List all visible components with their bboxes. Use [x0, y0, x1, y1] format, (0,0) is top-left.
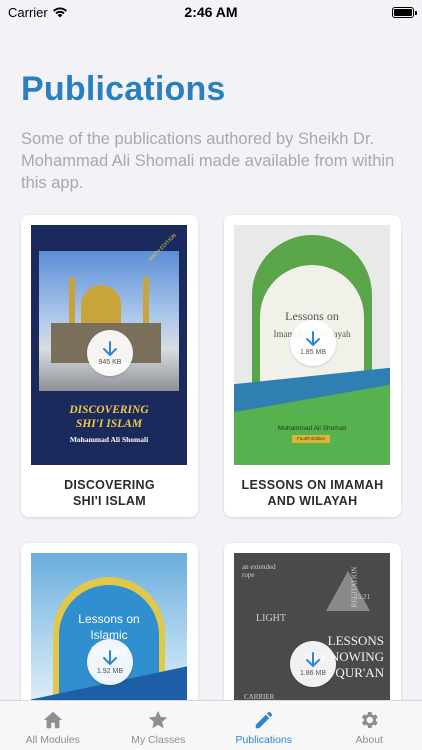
download-arrow-icon: [103, 650, 117, 666]
download-arrow-icon: [306, 652, 320, 668]
tab-label: All Modules: [25, 734, 80, 746]
tab-label: Publications: [235, 734, 293, 746]
tab-all-modules[interactable]: All Modules: [0, 701, 106, 750]
publication-card[interactable]: an extended rope LIGHT CARRIER 55:21 REC…: [224, 543, 401, 713]
tab-my-classes[interactable]: My Classes: [106, 701, 212, 750]
page-description: Some of the publications authored by She…: [21, 130, 395, 192]
pencil-icon: [255, 711, 272, 729]
file-size: 945 KB: [98, 359, 122, 366]
file-size: 1.86 MB: [299, 670, 327, 677]
download-button[interactable]: 1.92 MB: [87, 639, 133, 685]
download-button[interactable]: 945 KB: [87, 330, 133, 376]
book-cover: Lessons on Islamic Morals 1.92 MB: [31, 553, 187, 713]
status-bar: Carrier 2:46 AM: [0, 0, 422, 24]
download-button[interactable]: 1.86 MB: [290, 641, 336, 687]
publication-card[interactable]: Lessons on Imamah and Wilayah Mohammad A…: [224, 215, 401, 517]
star-icon: [149, 710, 168, 729]
cover-scribble: an extended rope: [242, 563, 276, 579]
book-cover: an extended rope LIGHT CARRIER 55:21 REC…: [234, 553, 390, 713]
file-size: 1.92 MB: [96, 668, 124, 675]
carrier-label: Carrier: [8, 4, 48, 20]
page-title: Publications: [21, 70, 226, 108]
publication-card[interactable]: Lessons on Islamic Morals 1.92 MB: [21, 543, 198, 713]
publication-title: LESSONS ON IMAMAH AND WILAYAH: [241, 478, 384, 508]
publication-card[interactable]: NINTH EDITION DISCOVERING SHI'I ISLAM Mo…: [21, 215, 198, 517]
cover-scribble: RECITATION: [350, 566, 359, 608]
tab-about[interactable]: About: [317, 701, 422, 750]
download-arrow-icon: [306, 331, 320, 347]
gear-icon: [362, 712, 378, 728]
cover-edition-label: Fourth Edition: [292, 435, 330, 443]
book-cover: Lessons on Imamah and Wilayah Mohammad A…: [234, 225, 390, 465]
tab-publications[interactable]: Publications: [211, 701, 317, 750]
cover-author: Mohammad Ali Shomali: [277, 425, 347, 432]
download-button[interactable]: 1.85 MB: [290, 320, 336, 366]
cover-title: DISCOVERING SHI'I ISLAM: [69, 404, 149, 430]
cover-scribble: LIGHT: [256, 613, 286, 624]
tab-bar: All Modules My Classes Publications Abou…: [0, 700, 422, 750]
download-arrow-icon: [103, 341, 117, 357]
tab-label: About: [355, 734, 383, 746]
home-icon: [43, 711, 62, 729]
battery-icon: [392, 6, 417, 18]
cover-author: Mohammad Ali Shomali: [69, 435, 149, 444]
tab-label: My Classes: [131, 734, 186, 746]
wifi-icon: [52, 7, 67, 18]
file-size: 1.85 MB: [299, 349, 327, 356]
book-cover: NINTH EDITION DISCOVERING SHI'I ISLAM Mo…: [31, 225, 187, 465]
carrier-area: Carrier: [8, 5, 68, 20]
publication-title: DISCOVERING SHI'I ISLAM: [64, 478, 155, 508]
